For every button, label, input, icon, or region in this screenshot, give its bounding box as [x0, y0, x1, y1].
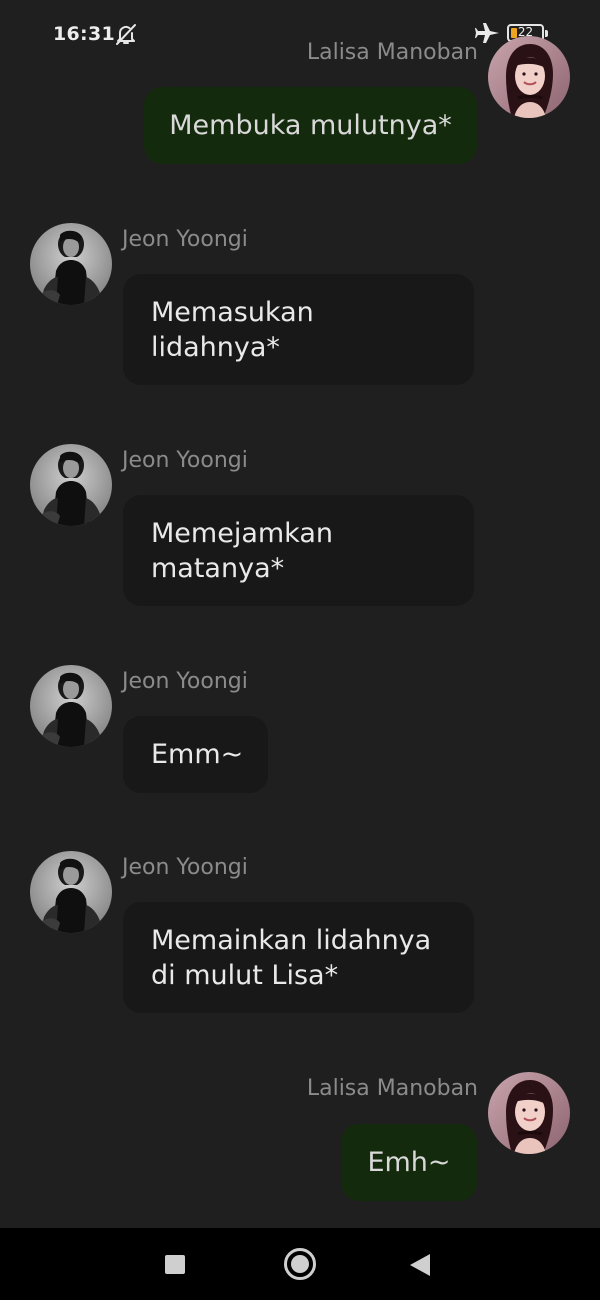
message-bubble-outgoing[interactable]: Membuka mulutnya* — [144, 87, 477, 164]
airplane-mode-icon — [475, 23, 499, 43]
bell-off-icon — [116, 24, 136, 45]
jeon-avatar[interactable] — [30, 665, 112, 747]
sender-name: Jeon Yoongi — [122, 448, 248, 473]
jeon-avatar[interactable] — [30, 444, 112, 526]
sender-name: Jeon Yoongi — [122, 669, 248, 694]
back-button[interactable] — [410, 1254, 430, 1276]
sender-name: Lalisa Manoban — [306, 40, 478, 65]
status-time: 16:31 — [53, 23, 115, 45]
message-bubble-incoming[interactable]: Emm~ — [123, 716, 268, 793]
message-bubble-incoming[interactable]: Memasukan lidahnya* — [123, 274, 474, 385]
navigation-bar — [0, 1228, 600, 1300]
message-bubble-incoming[interactable]: Memejamkan matanya* — [123, 495, 474, 606]
lalisa-avatar[interactable] — [488, 36, 570, 118]
lalisa-avatar[interactable] — [488, 1072, 570, 1154]
jeon-avatar[interactable] — [30, 851, 112, 933]
sender-name: Jeon Yoongi — [122, 855, 248, 880]
sender-name: Jeon Yoongi — [122, 227, 248, 252]
jeon-avatar[interactable] — [30, 223, 112, 305]
message-bubble-outgoing[interactable]: Emh~ — [341, 1124, 477, 1201]
message-bubble-incoming[interactable]: Memainkan lidahnya di mulut Lisa* — [123, 902, 474, 1013]
recents-button[interactable] — [165, 1255, 185, 1274]
chat-screen: 16:31 22 Lalisa Manoban Membuka mulutnya… — [0, 0, 600, 1300]
home-button[interactable] — [284, 1248, 316, 1280]
sender-name: Lalisa Manoban — [306, 1076, 478, 1101]
